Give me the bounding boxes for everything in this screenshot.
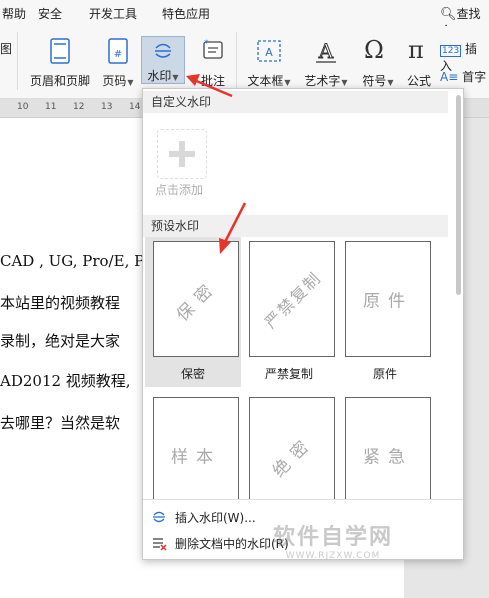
ruler-tick: 12 [73,102,85,112]
panel-scrollbar[interactable] [456,95,461,295]
preset-watermark-original[interactable]: 原件 原件 [337,237,433,387]
textbox-button[interactable]: A 文本框▼ [244,30,294,94]
chevron-down-icon: ▼ [172,73,179,82]
preset-watermark-header: 预设水印 [143,215,448,237]
doc-line: 录制，绝对是大家 [0,332,121,350]
doc-line: 去哪里？当然是软 [0,414,121,432]
insert-watermark-item[interactable]: 插入水印(W)... [143,506,448,528]
watermark-icon [153,511,165,523]
doc-line: 本站里的视频教程 [0,294,121,312]
wordart-button[interactable]: A 艺术字▼ [300,30,352,94]
preset-watermark-no-copy[interactable]: 严禁复制 严禁复制 [241,237,337,387]
omega-icon: Ω [364,36,384,64]
wordart-icon: A [316,39,336,64]
menu-features[interactable]: 特色应用 [162,5,210,22]
plus-icon [157,129,207,179]
watermark-menu: 插入水印(W)... 删除文档中的水印(R) [143,499,463,559]
number-icon: 123 [440,45,462,57]
divider [17,32,18,90]
page-number-button[interactable]: # 页码▼ [98,30,138,94]
drop-cap-button[interactable]: A≡ 首字 [440,68,489,88]
ruler-tick: 10 [17,102,29,112]
header-footer-label: 页眉和页脚 [29,74,90,88]
annotation-arrow-icon [186,74,233,98]
chevron-down-icon: ▼ [127,78,134,87]
watermark-icon [155,43,171,58]
watermark-preview: 严禁复制 [249,241,335,357]
svg-text:A: A [265,46,273,59]
svg-text:#: # [114,49,122,60]
pi-icon: π [408,36,424,64]
watermark-preview-text: 样本 [171,447,221,468]
drop-cap-label: 首字 [462,70,487,84]
preset-label: 保密 [180,367,205,381]
watermark-preview: 紧急 [345,397,431,513]
watermark-button[interactable]: 水印▼ [141,36,185,84]
add-custom-watermark-button[interactable]: 点击添加 [151,119,231,199]
watermark-preview-text: 原件 [363,291,413,312]
add-watermark-label: 点击添加 [155,183,204,197]
watermark-preview-text: 紧急 [363,447,413,468]
insert-number-button[interactable]: 123 插入 [440,40,489,73]
watermark-preview: 绝密 [249,397,335,513]
divider [236,32,237,90]
drop-cap-icon: A≡ [440,70,459,84]
symbol-label: 符号 [362,74,387,88]
ruler-tick: 13 [101,102,113,112]
insert-watermark-label: 插入水印(W)... [175,511,256,525]
formula-label: 公式 [406,74,431,88]
preset-label: 原件 [372,367,397,381]
delete-watermark-item[interactable]: 删除文档中的水印(R) [143,532,448,554]
header-footer-icon [50,38,70,64]
ruler-tick: 11 [45,102,57,112]
delete-watermark-icon [153,538,167,551]
chevron-down-icon: ▼ [284,78,291,87]
watermark-preview: 保密 [153,241,239,357]
symbol-button[interactable]: Ω 符号▼ [358,30,398,94]
watermark-preview-text: 保密 [173,276,223,326]
menu-security[interactable]: 安全 [38,5,62,22]
svg-text:A: A [318,39,334,63]
menu-help[interactable]: 帮助 [2,5,26,22]
wordart-label: 艺术字 [304,74,341,88]
search-icon: 🔍︎ [440,7,457,22]
chevron-down-icon: ▼ [387,78,394,87]
menu-bar: 帮助 安全 开发工具 特色应用 🔍︎查找命 [0,0,489,38]
watermark-preview: 样本 [153,397,239,513]
textbox-label: 文本框 [247,74,284,88]
preset-watermark-confidential[interactable]: 保密 保密 [145,237,241,387]
watermark-dropdown: 自定义水印 点击添加 预设水印 保密 保密 严禁复制 严禁复制 原件 原件 样本 [142,88,464,560]
ribbon-partial-label[interactable]: 图 [0,40,12,57]
doc-line: CAD , UG, Pro/E, PS [0,252,155,270]
menu-devtools[interactable]: 开发工具 [89,5,137,22]
header-footer-button[interactable]: 页眉和页脚 [28,30,92,94]
watermark-preview-text: 绝密 [269,432,319,482]
page-number-label: 页码 [102,74,127,88]
comment-icon: * [203,39,223,59]
delete-watermark-label: 删除文档中的水印(R) [175,537,289,551]
doc-line: AD2012 视频教程, [0,372,131,390]
chevron-down-icon: ▼ [341,78,348,87]
watermark-preview-text: 严禁复制 [260,267,326,333]
textbox-icon: A [257,40,281,62]
page-number-icon: # [108,38,128,64]
annotation-arrow-icon [219,202,247,254]
svg-text:*: * [204,39,209,49]
ruler-tick: 14 [129,102,141,112]
preset-label: 严禁复制 [264,367,313,381]
watermark-preview: 原件 [345,241,431,357]
watermark-label: 水印 [147,69,172,83]
formula-button[interactable]: π 公式 [404,30,434,94]
